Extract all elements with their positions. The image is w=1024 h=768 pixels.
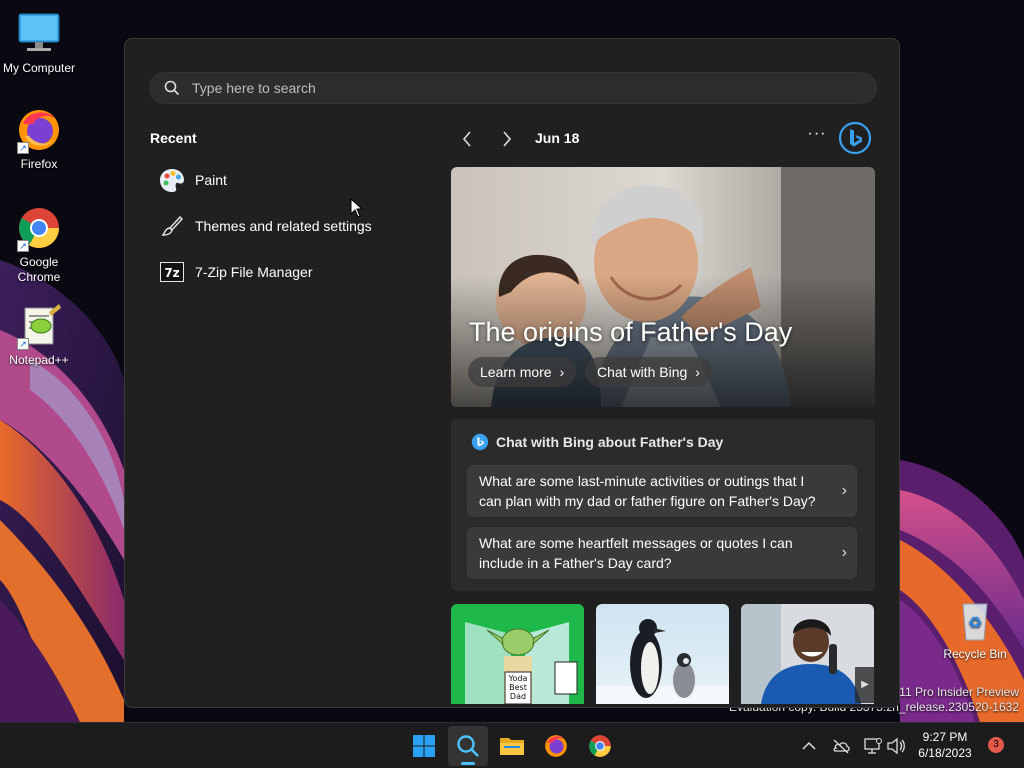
recent-heading: Recent xyxy=(150,130,197,146)
feed-date: Jun 18 xyxy=(535,130,580,146)
chevron-right-icon: › xyxy=(559,364,565,380)
firefox-icon: ↗ xyxy=(15,106,63,154)
desktop-icon-label: My Computer xyxy=(2,61,76,75)
bing-icon xyxy=(838,121,872,155)
search-input[interactable] xyxy=(192,73,852,103)
learn-more-label: Learn more xyxy=(480,364,552,380)
cloud-offline-icon xyxy=(833,739,850,754)
question-line: What are some last-minute activities or … xyxy=(479,473,805,489)
search-icon xyxy=(457,735,479,757)
monitor-icon xyxy=(15,10,63,58)
desktop-icon-label: Google Chrome xyxy=(17,255,61,284)
system-clock[interactable]: 9:27 PM 6/18/2023 xyxy=(905,729,985,761)
hero-title: The origins of Father's Day xyxy=(469,317,793,347)
taskbar-search-button[interactable] xyxy=(448,726,488,766)
show-hidden-icons-button[interactable] xyxy=(798,735,820,757)
chrome-icon: ↗ xyxy=(15,204,63,252)
more-options-button[interactable]: ··· xyxy=(805,125,829,149)
clock-date: 6/18/2023 xyxy=(918,746,972,760)
bing-chat-card: Chat with Bing about Father's Day What a… xyxy=(451,419,875,591)
learn-more-button[interactable]: Learn more › xyxy=(468,357,577,387)
desktop-icon-recycle-bin[interactable]: ♻ Recycle Bin xyxy=(936,596,1014,661)
recycle-bin-icon: ♻ xyxy=(951,596,999,644)
recent-item-label: Paint xyxy=(195,172,227,188)
card-text: Best xyxy=(509,683,527,692)
firefox-icon xyxy=(545,735,567,757)
hero-card[interactable]: The origins of Father's Day Learn more ›… xyxy=(451,167,875,407)
seven-zip-icon: 7z xyxy=(159,259,185,285)
brush-icon xyxy=(159,213,185,239)
desktop-icon-label: Firefox xyxy=(20,157,58,171)
search-icon xyxy=(164,80,180,101)
recent-item-themes-settings[interactable]: Themes and related settings xyxy=(149,207,409,245)
card-text: Yoda xyxy=(508,674,528,683)
search-box[interactable] xyxy=(149,72,877,104)
chevron-right-icon: › xyxy=(695,364,700,380)
taskbar: 9:27 PM 6/18/2023 3 xyxy=(0,722,1024,768)
chevron-left-icon xyxy=(462,131,471,147)
bing-question-button[interactable]: What are some last-minute activities or … xyxy=(467,465,857,517)
chat-card-heading: Chat with Bing about Father's Day xyxy=(496,434,724,450)
network-tray-button[interactable] xyxy=(862,735,884,757)
desktop-icon-notepad-plus-plus[interactable]: ↗ Notepad++ xyxy=(0,302,78,367)
desktop-icon-label: Notepad++ xyxy=(9,353,69,367)
shortcut-arrow-icon: ↗ xyxy=(17,142,29,154)
mouse-cursor-icon xyxy=(350,198,364,218)
desktop-icon-firefox[interactable]: ↗ Firefox xyxy=(0,106,78,171)
penguins-image xyxy=(596,604,729,704)
desktop-icon-my-computer[interactable]: My Computer xyxy=(0,10,78,75)
search-panel: Recent Paint Themes and related settings… xyxy=(124,38,900,708)
news-thumbnail-penguins[interactable] xyxy=(596,604,729,704)
onedrive-tray-button[interactable] xyxy=(830,735,852,757)
shortcut-arrow-icon: ↗ xyxy=(17,240,29,252)
shortcut-arrow-icon: ↗ xyxy=(17,338,29,350)
svg-text:♻: ♻ xyxy=(968,613,982,632)
chat-card-header: Chat with Bing about Father's Day xyxy=(471,433,723,451)
chevron-right-icon: › xyxy=(841,544,847,561)
notepad-plus-plus-icon: ↗ xyxy=(15,302,63,350)
desktop-icon-label: Recycle Bin xyxy=(943,647,1007,661)
recent-item-label: Themes and related settings xyxy=(195,218,372,234)
chevron-up-icon xyxy=(802,741,816,750)
bing-chat-button[interactable] xyxy=(838,121,872,155)
svg-text:7z: 7z xyxy=(164,266,179,280)
next-day-button[interactable] xyxy=(497,129,517,149)
volume-tray-button[interactable] xyxy=(885,735,907,757)
question-line: include in a Father's Day card? xyxy=(479,555,672,571)
chevron-right-icon xyxy=(503,131,512,147)
news-thumbnail-yoda-card[interactable]: Yoda Best Dad xyxy=(451,604,584,704)
firefox-taskbar-button[interactable] xyxy=(536,726,576,766)
thumbnails-next-button[interactable]: ▶ xyxy=(855,667,875,703)
card-text: Dad xyxy=(510,692,526,701)
recent-item-paint[interactable]: Paint xyxy=(149,161,409,199)
recent-item-label: 7-Zip File Manager xyxy=(195,264,313,280)
network-icon xyxy=(864,738,882,754)
desktop-icon-google-chrome[interactable]: ↗ Google Chrome xyxy=(0,204,78,285)
chevron-right-icon: › xyxy=(841,482,847,499)
bing-question-button[interactable]: What are some heartfelt messages or quot… xyxy=(467,527,857,579)
file-explorer-button[interactable] xyxy=(492,726,532,766)
question-line: What are some heartfelt messages or quot… xyxy=(479,535,793,551)
previous-day-button[interactable] xyxy=(457,129,477,149)
chat-with-bing-button[interactable]: Chat with Bing › xyxy=(585,357,712,387)
start-button[interactable] xyxy=(404,726,444,766)
windows-watermark-line1: s 11 Pro Insider Preview xyxy=(889,685,1019,699)
start-icon xyxy=(413,735,435,757)
clock-time: 9:27 PM xyxy=(922,730,968,744)
chrome-icon xyxy=(589,735,611,757)
speaker-icon xyxy=(887,737,905,755)
paint-icon xyxy=(159,167,185,193)
bing-icon xyxy=(471,433,489,451)
recent-item-7zip[interactable]: 7z 7-Zip File Manager xyxy=(149,253,409,291)
question-line: can plan with my dad or father figure on… xyxy=(479,493,816,509)
yoda-card-image: Yoda Best Dad xyxy=(451,604,584,704)
file-explorer-icon xyxy=(500,738,524,755)
chrome-taskbar-button[interactable] xyxy=(580,726,620,766)
notification-badge[interactable]: 3 xyxy=(988,737,1004,753)
chat-with-bing-label: Chat with Bing xyxy=(597,364,688,380)
